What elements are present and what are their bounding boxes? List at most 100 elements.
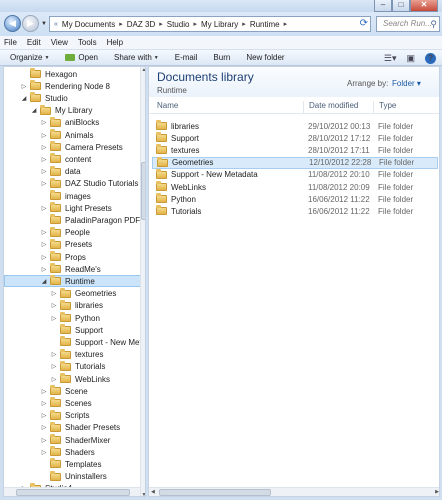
change-view-icon[interactable]: ☰▾ — [384, 53, 397, 64]
address-bar[interactable]: « My Documents ▸ DAZ 3D ▸ Studio ▸ My Li… — [49, 16, 371, 32]
column-header-name[interactable]: Name — [157, 101, 178, 113]
tree-item[interactable]: ▷ Tutorials — [4, 360, 105, 373]
file-row[interactable]: Tutorials 16/06/2012 11:22 File folder — [152, 205, 438, 217]
scroll-left-icon[interactable]: ◀ — [151, 489, 155, 495]
file-row[interactable]: textures 28/10/2012 17:11 File folder — [152, 144, 438, 156]
column-header-date[interactable]: Date modified — [309, 101, 358, 113]
expand-icon[interactable]: ▷ — [40, 180, 48, 187]
expand-icon[interactable]: ▷ — [50, 315, 58, 322]
breadcrumb-my-library[interactable]: My Library — [201, 20, 238, 29]
expand-icon[interactable]: ▷ — [40, 254, 48, 261]
forward-button[interactable]: ▶ — [22, 15, 39, 32]
back-button[interactable]: ◀ — [4, 15, 21, 32]
expand-icon[interactable]: ▷ — [40, 156, 48, 163]
expand-icon[interactable]: ▷ — [40, 388, 48, 395]
tree-item[interactable]: ▷ Python — [4, 312, 100, 324]
expand-icon[interactable]: ▷ — [50, 363, 58, 370]
breadcrumb-separator-icon[interactable]: ▸ — [284, 20, 288, 28]
menu-tools[interactable]: Tools — [78, 38, 97, 47]
tree-item[interactable]: Templates — [4, 458, 101, 470]
help-icon[interactable]: ? — [425, 53, 436, 64]
email-button[interactable]: E-mail — [175, 53, 198, 62]
collapse-icon[interactable]: ◢ — [20, 95, 28, 102]
breadcrumb-studio[interactable]: Studio — [167, 20, 190, 29]
breadcrumb-separator-icon[interactable]: ▸ — [242, 20, 246, 28]
expand-icon[interactable]: ▷ — [50, 376, 58, 383]
file-row[interactable]: Geometries 12/10/2012 22:28 File folder — [152, 156, 438, 169]
tree-item[interactable]: ◢ Studio — [4, 92, 68, 104]
tree-item[interactable]: ▷ ReadMe's — [4, 263, 101, 275]
expand-icon[interactable]: ▷ — [40, 400, 48, 407]
breadcrumb-separator-icon[interactable]: ▸ — [159, 20, 163, 28]
tree-item[interactable]: Support - New Met — [4, 336, 142, 348]
scrollbar-thumb[interactable] — [159, 489, 271, 496]
expand-icon[interactable]: ▷ — [40, 412, 48, 419]
tree-vertical-scrollbar[interactable]: ▲ ▼ — [140, 67, 145, 496]
new-folder-button[interactable]: New folder — [246, 53, 284, 62]
tree-item[interactable]: ▷ People — [4, 226, 90, 239]
collapse-icon[interactable]: ◢ — [30, 107, 38, 114]
tree-item[interactable]: ▷ Scenes — [4, 397, 92, 409]
scrollbar-thumb[interactable] — [16, 489, 130, 496]
tree-item[interactable]: Hexagon — [4, 68, 77, 80]
scrollbar-thumb[interactable] — [141, 162, 145, 220]
file-row[interactable]: Support 28/10/2012 17:12 File folder — [152, 132, 438, 144]
tree-item[interactable]: ▷ Animals — [4, 129, 93, 141]
expand-icon[interactable]: ▷ — [40, 229, 48, 236]
menu-edit[interactable]: Edit — [27, 38, 41, 47]
expand-icon[interactable]: ▷ — [40, 132, 48, 139]
breadcrumb-separator-icon[interactable]: ▸ — [193, 20, 197, 28]
column-divider[interactable] — [303, 101, 304, 113]
expand-icon[interactable]: ▷ — [50, 351, 58, 358]
tree-item[interactable]: ▷ content — [4, 153, 91, 165]
expand-icon[interactable]: ▷ — [40, 241, 48, 248]
tree-item[interactable]: images — [4, 190, 91, 202]
tree-item[interactable]: ▷ aniBlocks — [4, 116, 99, 129]
tree-item[interactable]: ▷ textures — [4, 348, 103, 361]
scroll-down-icon[interactable]: ▼ — [141, 492, 145, 496]
tree-item[interactable]: ▷ data — [4, 165, 81, 178]
scroll-right-icon[interactable]: ▶ — [435, 489, 439, 495]
file-row[interactable]: WebLinks 11/08/2012 20:09 File folder — [152, 181, 438, 193]
tree-item[interactable]: ▷ Camera Presets — [4, 141, 123, 153]
share-with-button[interactable]: Share with ▼ — [114, 53, 159, 62]
search-input[interactable]: Search Run... ⚲ — [376, 16, 440, 32]
breadcrumb-separator-icon[interactable]: ▸ — [119, 20, 123, 28]
expand-icon[interactable]: ▷ — [40, 119, 48, 126]
expand-icon[interactable]: ▷ — [40, 266, 48, 273]
tree-item[interactable]: Uninstallers — [4, 470, 107, 483]
tree-item[interactable]: ▷ Presets — [4, 238, 92, 251]
tree-item[interactable]: ▷ Scripts — [4, 409, 89, 422]
expand-icon[interactable]: ▷ — [40, 449, 48, 456]
breadcrumb-my-documents[interactable]: My Documents — [62, 20, 115, 29]
expand-icon[interactable]: ▷ — [50, 290, 58, 297]
tree-horizontal-scrollbar[interactable] — [4, 487, 140, 496]
expand-icon[interactable]: ▷ — [40, 424, 48, 431]
expand-icon[interactable]: ▷ — [40, 168, 48, 175]
burn-button[interactable]: Burn — [213, 53, 230, 62]
tree-item[interactable]: ▷ Props — [4, 251, 86, 263]
maximize-button[interactable]: □ — [392, 0, 410, 12]
file-row[interactable]: Python 16/06/2012 11:22 File folder — [152, 193, 438, 205]
tree-item[interactable]: ▷ Geometries — [4, 287, 116, 300]
tree-item[interactable]: ◢ Runtime — [4, 275, 145, 288]
file-row[interactable]: libraries 29/10/2012 00:13 File folder — [152, 120, 438, 132]
menu-file[interactable]: File — [4, 38, 17, 47]
tree-item[interactable]: ▷ Shader Presets — [4, 421, 120, 434]
tree-item[interactable]: Support — [4, 324, 103, 336]
close-button[interactable]: ✕ — [410, 0, 438, 12]
tree-item[interactable]: ◢ My Library — [4, 104, 92, 117]
breadcrumb-daz-3d[interactable]: DAZ 3D — [127, 20, 155, 29]
collapse-icon[interactable]: ◢ — [40, 278, 48, 285]
minimize-button[interactable]: – — [374, 0, 392, 12]
arrange-by-dropdown[interactable]: Folder ▾ — [392, 79, 421, 88]
file-list-horizontal-scrollbar[interactable]: ◀ ▶ — [149, 487, 439, 496]
expand-icon[interactable]: ▷ — [50, 302, 58, 309]
organize-button[interactable]: Organize ▼ — [10, 53, 49, 62]
preview-pane-icon[interactable]: ▣ — [406, 53, 415, 64]
expand-icon[interactable]: ▷ — [40, 437, 48, 444]
tree-item[interactable]: ▷ Scene — [4, 385, 88, 397]
breadcrumb-runtime[interactable]: Runtime — [250, 20, 280, 29]
recent-pages-dropdown-icon[interactable]: ▼ — [41, 21, 47, 27]
file-row[interactable]: Support - New Metadata 11/08/2012 20:10 Fi… — [152, 168, 438, 181]
